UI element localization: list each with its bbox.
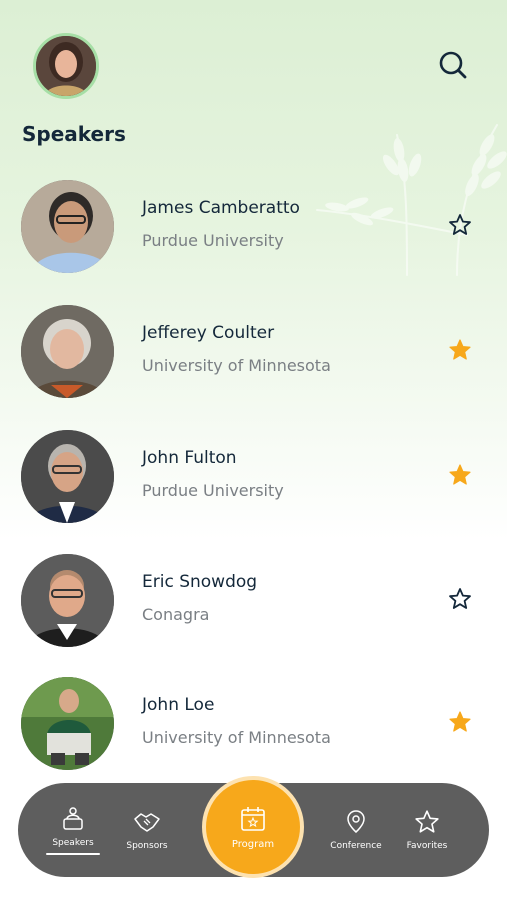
speaker-podium-icon [63,806,83,830]
favorite-toggle[interactable] [447,462,473,488]
speaker-row[interactable]: John Fulton Purdue University [0,428,507,523]
speaker-photo [21,305,114,398]
speaker-row[interactable]: John Loe University of Minnesota [0,675,507,770]
page-title: Speakers [22,122,126,146]
speaker-name: Jefferey Coulter [142,323,275,343]
profile-photo [36,36,96,96]
star-filled-icon [449,339,471,360]
handshake-icon [134,813,160,832]
active-tab-indicator [46,852,100,855]
speaker-name: John Fulton [142,448,237,468]
star-outline-icon [415,810,439,833]
tab-label: Conference [330,841,382,851]
tab-conference[interactable]: Conference [316,783,396,877]
speaker-organization: University of Minnesota [142,356,331,375]
tab-label: Program [231,838,275,850]
speaker-photo [21,430,114,523]
speaker-organization: University of Minnesota [142,728,331,747]
search-button[interactable] [436,48,470,82]
speaker-name: James Camberatto [142,198,300,218]
star-filled-icon [449,464,471,485]
tab-favorites[interactable]: Favorites [387,783,467,877]
star-filled-icon [449,711,471,732]
speaker-row[interactable]: Eric Snowdog Conagra [0,552,507,647]
speaker-photo [21,677,114,770]
favorite-toggle[interactable] [447,212,473,238]
tab-speakers[interactable]: Speakers [33,783,113,877]
speaker-name: Eric Snowdog [142,572,258,592]
tab-label: Sponsors [126,841,168,851]
location-pin-icon [347,810,365,833]
favorite-toggle[interactable] [447,337,473,363]
tab-sponsors[interactable]: Sponsors [107,783,187,877]
speaker-row[interactable]: James Camberatto Purdue University [0,178,507,273]
tab-label: Speakers [52,837,94,848]
tab-label: Favorites [406,841,448,851]
calendar-icon [241,806,265,831]
speaker-organization: Conagra [142,605,210,624]
profile-avatar[interactable] [33,33,99,99]
star-outline-icon [449,588,471,609]
speaker-name: John Loe [142,695,215,715]
favorite-toggle[interactable] [447,709,473,735]
search-icon [439,51,467,79]
star-outline-icon [449,214,471,235]
speaker-organization: Purdue University [142,231,284,250]
favorite-toggle[interactable] [447,586,473,612]
speaker-organization: Purdue University [142,481,284,500]
speaker-photo [21,180,114,273]
speaker-row[interactable]: Jefferey Coulter University of Minnesota [0,303,507,398]
speaker-photo [21,554,114,647]
tab-program[interactable]: Program [202,776,304,878]
